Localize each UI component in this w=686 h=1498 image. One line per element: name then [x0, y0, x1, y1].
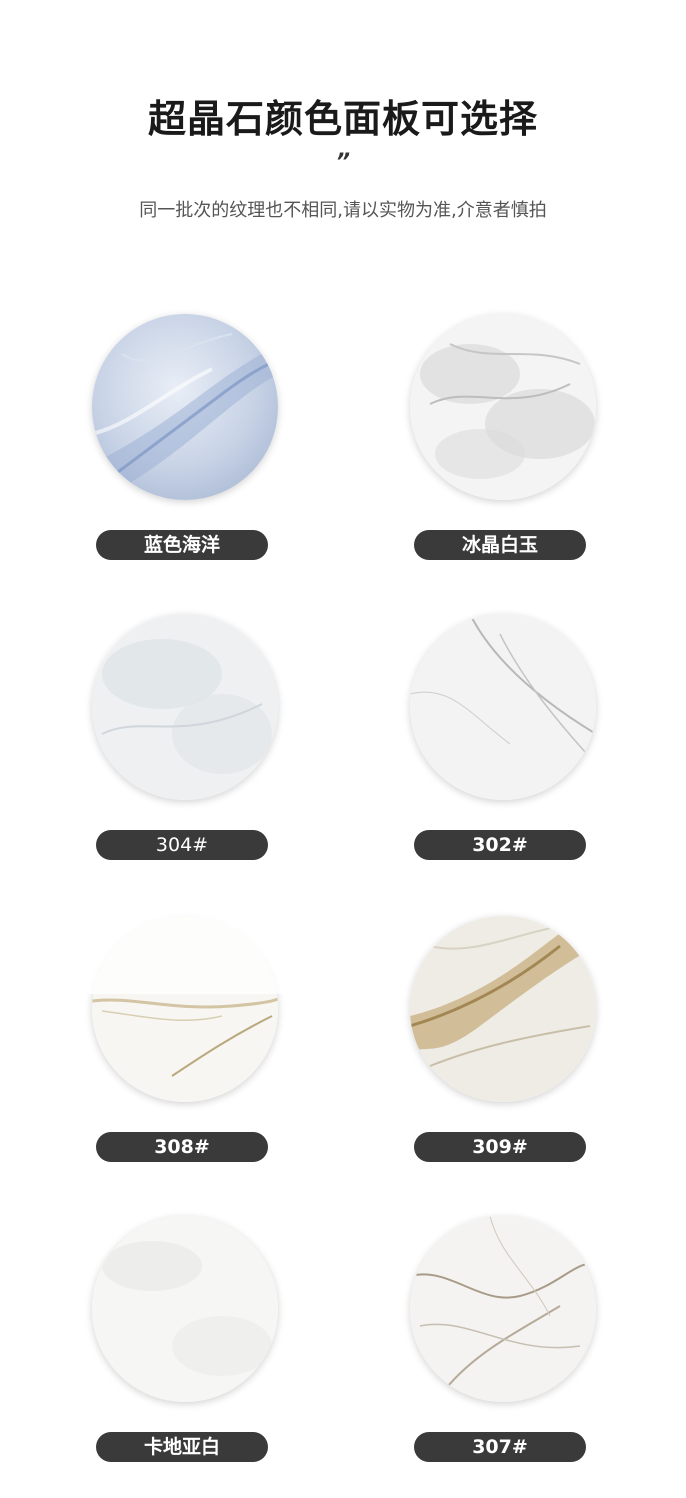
swatch-soft-white-marble[interactable]	[92, 614, 278, 800]
swatch-blue-marble[interactable]	[92, 314, 278, 500]
swatch-label-1: 蓝色海洋	[96, 530, 268, 560]
page-subtitle: 同一批次的纹理也不相同,请以实物为准,介意者慎拍	[139, 200, 547, 221]
quote-mark: ”	[335, 150, 351, 175]
swatch-gold-vein-marble[interactable]	[410, 916, 596, 1102]
image-haze-overlay	[86, 862, 308, 994]
swatch-label-5: 308#	[96, 1132, 268, 1162]
swatch-label-7: 卡地亚白	[96, 1432, 268, 1462]
swatch-label-4: 302#	[414, 830, 586, 860]
swatch-label-2: 冰晶白玉	[414, 530, 586, 560]
swatch-label-6: 309#	[414, 1132, 586, 1162]
swatch-white-marble-fine-veins[interactable]	[410, 614, 596, 800]
page-title: 超晶石颜色面板可选择	[147, 97, 538, 141]
swatch-white-marble-brown-veins[interactable]	[410, 1216, 596, 1402]
swatch-label-3: 304#	[96, 830, 268, 860]
swatch-grey-cloud-marble[interactable]	[410, 314, 596, 500]
swatch-label-8: 307#	[414, 1432, 586, 1462]
swatch-plain-white-marble[interactable]	[92, 1216, 278, 1402]
